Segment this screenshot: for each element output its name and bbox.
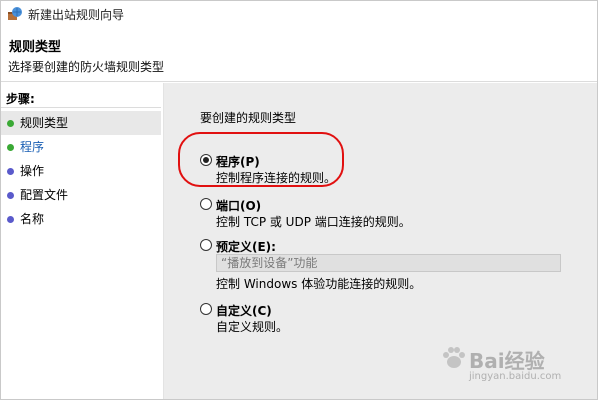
sidebar-item-label: 名称 xyxy=(20,212,45,226)
watermark-url: jingyan.baidu.com xyxy=(469,371,562,382)
option-predefined[interactable]: 预定义(E): xyxy=(200,238,400,254)
sidebar-item-label: 配置文件 xyxy=(20,188,69,202)
sidebar-item-profile[interactable]: 配置文件 xyxy=(1,183,161,207)
sidebar-item-name[interactable]: 名称 xyxy=(1,207,161,231)
window-title: 新建出站规则向导 xyxy=(28,8,125,22)
option-label: 自定义(C) xyxy=(216,304,272,318)
custom-radio[interactable] xyxy=(200,303,212,315)
firewall-icon xyxy=(7,6,23,22)
steps-heading: 步骤: xyxy=(6,92,35,106)
highlight-annotation xyxy=(178,132,344,187)
steps-sidebar: 步骤: 规则类型 程序 操作 配置文件 名称 xyxy=(1,83,164,399)
sidebar-item-label: 操作 xyxy=(20,164,45,178)
wizard-window: 新建出站规则向导 规则类型 选择要创建的防火墙规则类型 步骤: 规则类型 程序 … xyxy=(0,0,598,400)
predefined-radio[interactable] xyxy=(200,239,212,251)
option-description: 控制 Windows 体验功能连接的规则。 xyxy=(216,277,422,291)
paw-icon xyxy=(441,345,467,371)
sidebar-item-program[interactable]: 程序 xyxy=(1,135,161,159)
page-title: 规则类型 xyxy=(9,40,62,55)
sidebar-item-label: 程序 xyxy=(20,140,45,154)
option-label: 端口(O) xyxy=(216,199,262,213)
page-header: 规则类型 选择要创建的防火墙规则类型 xyxy=(1,27,597,82)
page-subtitle: 选择要创建的防火墙规则类型 xyxy=(8,60,165,74)
title-bar: 新建出站规则向导 xyxy=(1,1,597,27)
option-custom[interactable]: 自定义(C) 自定义规则。 xyxy=(200,302,500,334)
option-port[interactable]: 端口(O) 控制 TCP 或 UDP 端口连接的规则。 xyxy=(200,197,560,229)
sidebar-item-label: 规则类型 xyxy=(20,116,69,130)
watermark-text: Bai经验 xyxy=(469,349,545,373)
predefined-select[interactable]: “播放到设备”功能 xyxy=(216,254,561,272)
rule-type-question: 要创建的规则类型 xyxy=(200,111,297,125)
sidebar-item-action[interactable]: 操作 xyxy=(1,159,161,183)
divider xyxy=(1,107,161,108)
step-bullet-icon xyxy=(7,192,14,199)
port-radio[interactable] xyxy=(200,198,212,210)
watermark: Bai经验 jingyan.baidu.com xyxy=(441,341,591,389)
step-bullet-icon xyxy=(7,168,14,175)
option-description: 自定义规则。 xyxy=(216,320,289,334)
sidebar-item-rule-type[interactable]: 规则类型 xyxy=(1,111,161,135)
step-bullet-icon xyxy=(7,216,14,223)
step-bullet-icon xyxy=(7,144,14,151)
option-label: 预定义(E): xyxy=(216,240,276,254)
step-bullet-icon xyxy=(7,120,14,127)
option-description: 控制 TCP 或 UDP 端口连接的规则。 xyxy=(216,215,411,229)
